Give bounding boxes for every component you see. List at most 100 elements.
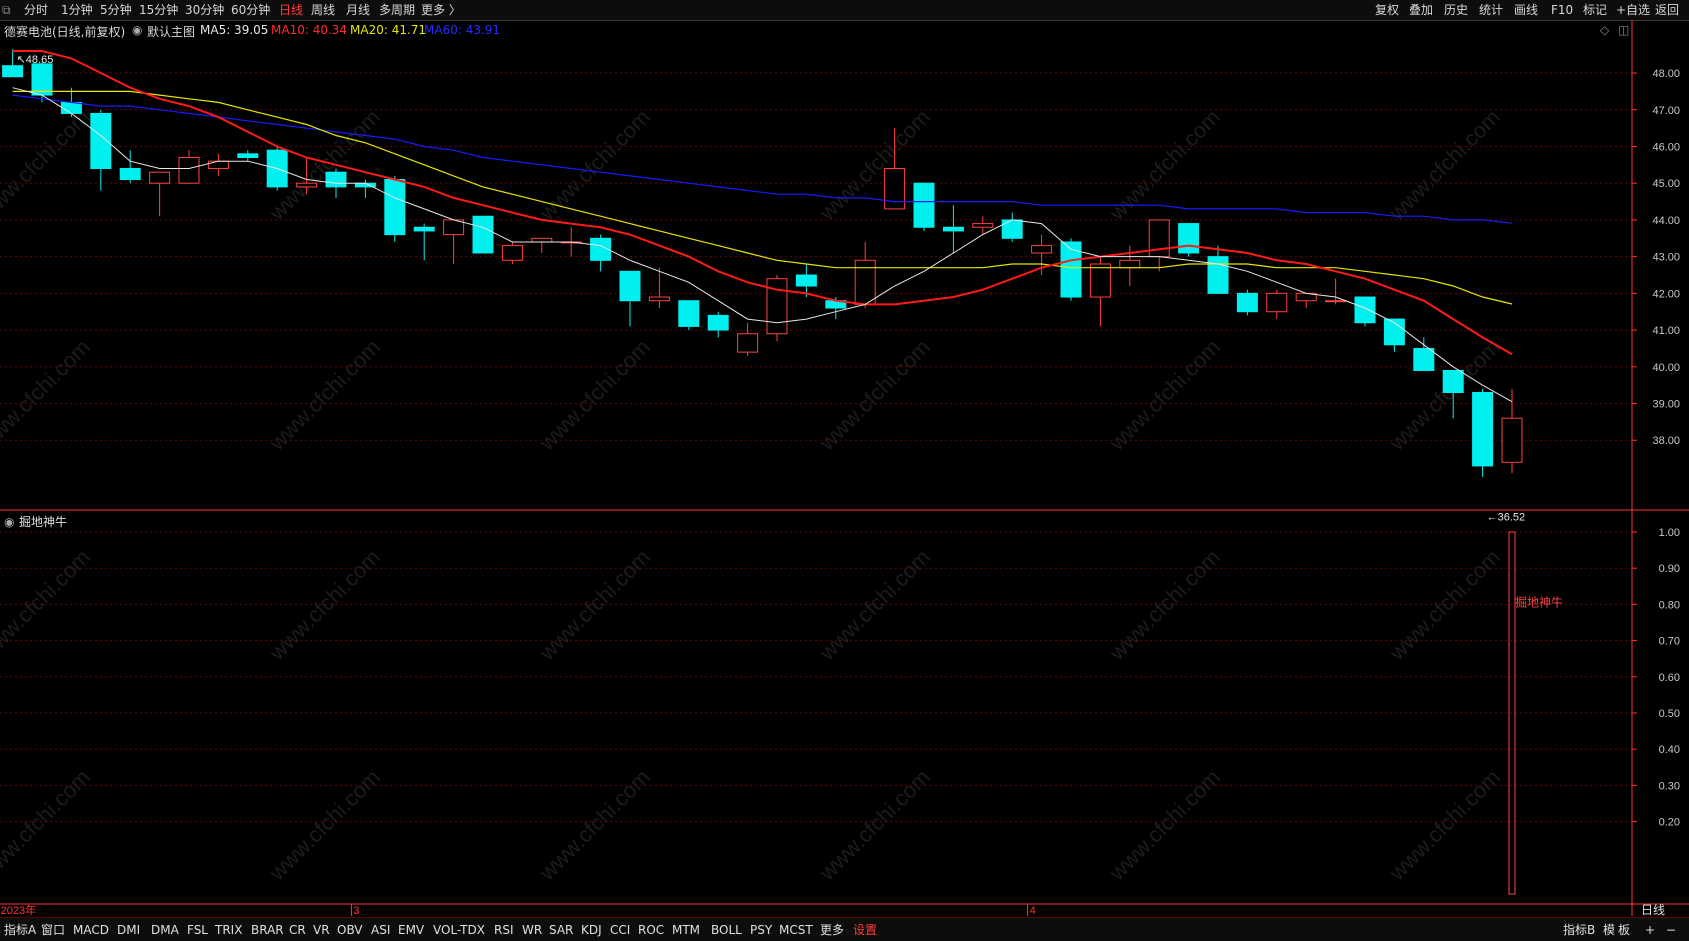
candle-body [1089,263,1111,298]
tab-psy[interactable]: PSY [750,921,772,939]
watermark-text: www.cfchi.com [0,334,95,455]
kline-chart[interactable]: www.cfchi.com www.cfchi.com www.cfchi.com w… [0,20,1689,917]
ma5-line [12,87,1513,403]
candle-body [1266,292,1288,313]
tab-indicator-a[interactable]: 指标A [4,921,36,939]
candle-body [1325,300,1347,303]
zoom-out-button[interactable]: − [1666,921,1676,939]
candle-body [31,63,53,96]
sub-y-tick-label: 0.60 [1659,672,1680,684]
f10-button[interactable]: F10 [1551,2,1573,18]
tab-mcst[interactable]: MCST [779,921,813,939]
candle-body [325,171,347,188]
candle-body [472,215,494,254]
tab-more[interactable]: 更多 〉 [421,2,461,18]
tab-roc[interactable]: ROC [638,921,664,939]
watermark-text: www.cfchi.com [814,544,935,665]
overlay-button[interactable]: 叠加 [1409,2,1433,18]
watermark-text: www.cfchi.com [1384,104,1505,225]
tab-trix[interactable]: TRIX [215,921,242,939]
candle-body [884,168,906,210]
sub-y-tick-label: 0.50 [1659,708,1680,720]
watermark-text: www.cfchi.com [1104,544,1225,665]
tab-sar[interactable]: SAR [549,921,573,939]
candle-body [1472,392,1494,467]
zoom-in-button[interactable]: + [1645,921,1655,939]
candle-body [149,171,171,184]
adjust-button[interactable]: 复权 [1375,2,1399,18]
tab-weekly[interactable]: 周线 [311,2,335,18]
watermark-text: www.cfchi.com [0,764,95,885]
tab-timeshare[interactable]: 分时 [24,2,48,18]
candle-body [2,65,24,78]
tab-fsl[interactable]: FSL [187,921,208,939]
candle-body [619,270,641,302]
watermark-text: www.cfchi.com [264,334,385,455]
tab-boll[interactable]: BOLL [711,921,742,939]
tab-1min[interactable]: 1分钟 [61,2,93,18]
tab-5min[interactable]: 5分钟 [100,2,132,18]
add-watchlist-button[interactable]: +自选 [1616,2,1650,18]
tab-kdj[interactable]: KDJ [581,921,602,939]
ma20-line [12,90,1513,305]
y-tick-label: 38.00 [1652,435,1680,447]
tab-brar[interactable]: BRAR [251,921,284,939]
sub-y-tick-label: 0.40 [1659,744,1680,756]
candle-body [413,226,435,232]
watermark-text: www.cfchi.com [814,334,935,455]
tab-macd[interactable]: MACD [73,921,109,939]
candle-body [501,245,523,261]
candle-body [119,168,141,181]
candle-body [795,274,817,287]
indicator-title: 掘地神牛 [19,514,67,529]
tab-more-indicators[interactable]: 更多 [820,921,844,939]
tab-vol-tdx[interactable]: VOL-TDX [433,921,485,939]
tab-60min[interactable]: 60分钟 [231,2,270,18]
tab-obv[interactable]: OBV [337,921,363,939]
candle-body [60,101,82,114]
draw-button[interactable]: 画线 [1514,2,1538,18]
tab-settings[interactable]: 设置 [853,921,877,939]
tab-daily[interactable]: 日线 [279,2,303,18]
history-button[interactable]: 历史 [1444,2,1468,18]
x-tick-label: 3 [353,905,359,917]
tab-multi-period[interactable]: 多周期 [379,2,415,18]
template-button-b[interactable]: 板 [1618,921,1630,939]
panel-icon[interactable]: ⧉ [2,2,11,18]
candle-body [207,160,229,170]
candle-body [854,259,876,305]
mark-button[interactable]: 标记 [1583,2,1607,18]
tab-cr[interactable]: CR [289,921,306,939]
y-tick-label: 47.00 [1652,105,1680,117]
tab-wr[interactable]: WR [522,921,542,939]
ma60-line [12,94,1513,224]
template-button-a[interactable]: 模 [1603,921,1615,939]
tab-dma[interactable]: DMA [151,921,179,939]
tab-indicator-b[interactable]: 指标B [1563,921,1595,939]
tab-vr[interactable]: VR [313,921,330,939]
y-tick-label: 41.00 [1652,325,1680,337]
candle-body [1442,369,1464,393]
tab-30min[interactable]: 30分钟 [185,2,224,18]
tab-asi[interactable]: ASI [371,921,390,939]
tab-dmi[interactable]: DMI [117,921,140,939]
tab-monthly[interactable]: 月线 [346,2,370,18]
watermark-text: www.cfchi.com [534,544,655,665]
tab-mtm[interactable]: MTM [672,921,700,939]
watermark-text: www.cfchi.com [814,764,935,885]
tab-cci[interactable]: CCI [610,921,630,939]
tab-emv[interactable]: EMV [398,921,424,939]
top-toolbar: ⧉ 分时 1分钟 5分钟 15分钟 30分钟 60分钟 日线 周线 月线 多周期… [0,0,1689,21]
watermark-text: www.cfchi.com [1104,334,1225,455]
candle-body [1207,256,1229,294]
stats-button[interactable]: 统计 [1479,2,1503,18]
tab-15min[interactable]: 15分钟 [139,2,178,18]
candle-body [1119,259,1141,269]
watermark-text: www.cfchi.com [1104,764,1225,885]
back-button[interactable]: 返回 [1655,2,1679,18]
tab-rsi[interactable]: RSI [494,921,514,939]
y-tick-label: 46.00 [1652,141,1680,153]
candle-body [678,300,700,327]
tab-window[interactable]: 窗口 [41,921,65,939]
tab-more-label: 更多 [421,3,446,17]
